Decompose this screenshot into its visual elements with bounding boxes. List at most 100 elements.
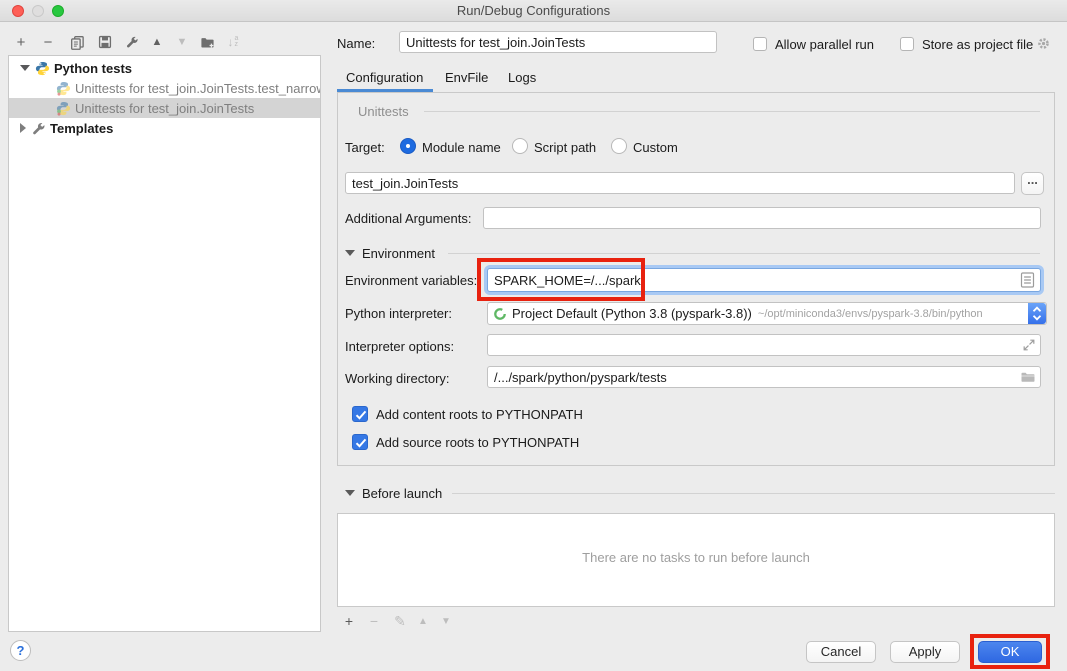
target-label: Target: xyxy=(345,140,385,155)
python-interpreter-path: ~/opt/miniconda3/envs/pyspark-3.8/bin/py… xyxy=(758,308,983,320)
before-launch-task-list: There are no tasks to run before launch xyxy=(337,513,1055,607)
remove-configuration-button[interactable]: − xyxy=(37,32,59,52)
move-up-icon: ▲ xyxy=(418,616,428,627)
gear-icon[interactable] xyxy=(1036,36,1051,51)
annotation-box-ok-button xyxy=(970,634,1050,669)
radio-custom-label: Custom xyxy=(633,140,678,155)
additional-arguments-input[interactable] xyxy=(483,207,1041,229)
radio-script-path[interactable] xyxy=(512,138,528,154)
tab-logs[interactable]: Logs xyxy=(508,70,536,85)
folder-icon[interactable] xyxy=(1020,369,1036,385)
tree-item-label: Unittests for test_join.JoinTests xyxy=(75,101,254,116)
chevron-down-icon[interactable] xyxy=(20,65,30,71)
store-as-project-file-checkbox[interactable] xyxy=(900,37,914,51)
expand-field-icon[interactable] xyxy=(1022,338,1036,352)
check-icon xyxy=(353,435,369,451)
move-up-button[interactable]: ▲ xyxy=(146,32,168,52)
sort-alphabetically-icon: ↓ az xyxy=(228,35,239,49)
move-down-icon: ▼ xyxy=(177,36,188,48)
tree-item-jointests-selected[interactable]: Unittests for test_join.JoinTests xyxy=(9,98,320,118)
tab-configuration[interactable]: Configuration xyxy=(346,70,423,85)
sort-configurations-button[interactable]: ↓ az xyxy=(222,32,244,52)
plus-icon: + xyxy=(17,34,26,51)
add-content-roots-checkbox[interactable] xyxy=(352,406,368,422)
edit-templates-button[interactable] xyxy=(121,32,143,52)
environment-section-label: Environment xyxy=(362,246,435,261)
add-source-roots-checkbox[interactable] xyxy=(352,434,368,450)
tree-group-label: Templates xyxy=(50,121,113,136)
before-launch-move-up-button[interactable]: ▲ xyxy=(413,612,433,630)
apply-button[interactable]: Apply xyxy=(890,641,960,663)
unittests-section-label: Unittests xyxy=(358,104,409,119)
before-launch-remove-button[interactable]: − xyxy=(364,612,384,630)
additional-arguments-label: Additional Arguments: xyxy=(345,211,471,226)
dropdown-stepper[interactable] xyxy=(1028,303,1046,324)
save-icon xyxy=(98,35,112,49)
tree-item-test-narrow[interactable]: Unittests for test_join.JoinTests.test_n… xyxy=(9,78,320,98)
cancel-button[interactable]: Cancel xyxy=(806,641,876,663)
check-icon xyxy=(353,407,369,423)
allow-parallel-run-checkbox[interactable] xyxy=(753,37,767,51)
section-divider xyxy=(448,253,1040,254)
tree-group-label: Python tests xyxy=(54,61,132,76)
python-interpreter-label: Python interpreter: xyxy=(345,306,452,321)
environment-section-chevron-icon[interactable] xyxy=(345,250,355,256)
configurations-tree: Python tests Unittests for test_join.Joi… xyxy=(8,55,321,632)
tree-group-python-tests[interactable]: Python tests xyxy=(9,58,320,78)
python-interpreter-select[interactable]: Project Default (Python 3.8 (pyspark-3.8… xyxy=(487,302,1047,325)
python-interpreter-value: Project Default (Python 3.8 (pyspark-3.8… xyxy=(512,306,752,321)
copy-icon xyxy=(70,35,85,50)
python-test-icon xyxy=(56,101,71,116)
store-as-project-file-label: Store as project file xyxy=(922,37,1033,52)
interpreter-options-input[interactable] xyxy=(487,334,1041,356)
minus-icon: − xyxy=(370,613,378,629)
new-folder-button[interactable] xyxy=(196,32,218,52)
move-down-icon: ▼ xyxy=(441,616,451,627)
save-configuration-button[interactable] xyxy=(94,32,116,52)
radio-script-path-label: Script path xyxy=(534,140,596,155)
move-up-icon: ▲ xyxy=(152,36,163,48)
python-tests-icon xyxy=(35,61,50,76)
tab-envfile[interactable]: EnvFile xyxy=(445,70,488,85)
help-button[interactable]: ? xyxy=(10,640,31,661)
chevron-right-icon[interactable] xyxy=(20,123,26,133)
browse-target-button[interactable]: ... xyxy=(1021,172,1044,195)
before-launch-empty-text: There are no tasks to run before launch xyxy=(338,550,1054,565)
before-launch-add-button[interactable]: + xyxy=(339,612,359,630)
browse-env-vars-icon[interactable] xyxy=(1020,272,1035,288)
chevron-up-down-icon xyxy=(1028,303,1046,324)
titlebar: Run/Debug Configurations xyxy=(0,0,1067,22)
new-folder-icon xyxy=(200,35,215,50)
allow-parallel-run-label: Allow parallel run xyxy=(775,37,874,52)
before-launch-edit-button[interactable]: ✎ xyxy=(390,612,410,630)
radio-module-name[interactable] xyxy=(400,138,416,154)
before-launch-move-down-button[interactable]: ▼ xyxy=(436,612,456,630)
working-directory-input[interactable] xyxy=(487,366,1041,388)
before-launch-section-label: Before launch xyxy=(362,486,442,501)
add-source-roots-label: Add source roots to PYTHONPATH xyxy=(376,435,579,450)
interpreter-options-label: Interpreter options: xyxy=(345,339,454,354)
plus-icon: + xyxy=(345,613,353,629)
add-configuration-button[interactable]: + xyxy=(10,32,32,52)
add-content-roots-label: Add content roots to PYTHONPATH xyxy=(376,407,583,422)
section-divider xyxy=(424,111,1040,112)
move-down-button[interactable]: ▼ xyxy=(171,32,193,52)
radio-custom[interactable] xyxy=(611,138,627,154)
wrench-icon xyxy=(125,35,139,49)
run-debug-configurations-dialog: Run/Debug Configurations + − ▲ ▼ ↓ az Py… xyxy=(0,0,1067,671)
before-launch-section-chevron-icon[interactable] xyxy=(345,490,355,496)
section-divider xyxy=(452,493,1055,494)
conda-environment-icon xyxy=(493,307,507,321)
working-directory-label: Working directory: xyxy=(345,371,450,386)
pencil-icon: ✎ xyxy=(394,613,406,630)
tree-group-templates[interactable]: Templates xyxy=(9,118,320,138)
radio-module-name-label: Module name xyxy=(422,140,501,155)
window-title: Run/Debug Configurations xyxy=(0,3,1067,18)
target-input[interactable] xyxy=(345,172,1015,194)
name-input[interactable] xyxy=(399,31,717,53)
annotation-box-env-vars xyxy=(477,258,645,301)
tree-item-label: Unittests for test_join.JoinTests.test_n… xyxy=(75,81,321,96)
copy-configuration-button[interactable] xyxy=(66,32,88,52)
name-label: Name: xyxy=(337,36,375,51)
minus-icon: − xyxy=(44,34,53,51)
